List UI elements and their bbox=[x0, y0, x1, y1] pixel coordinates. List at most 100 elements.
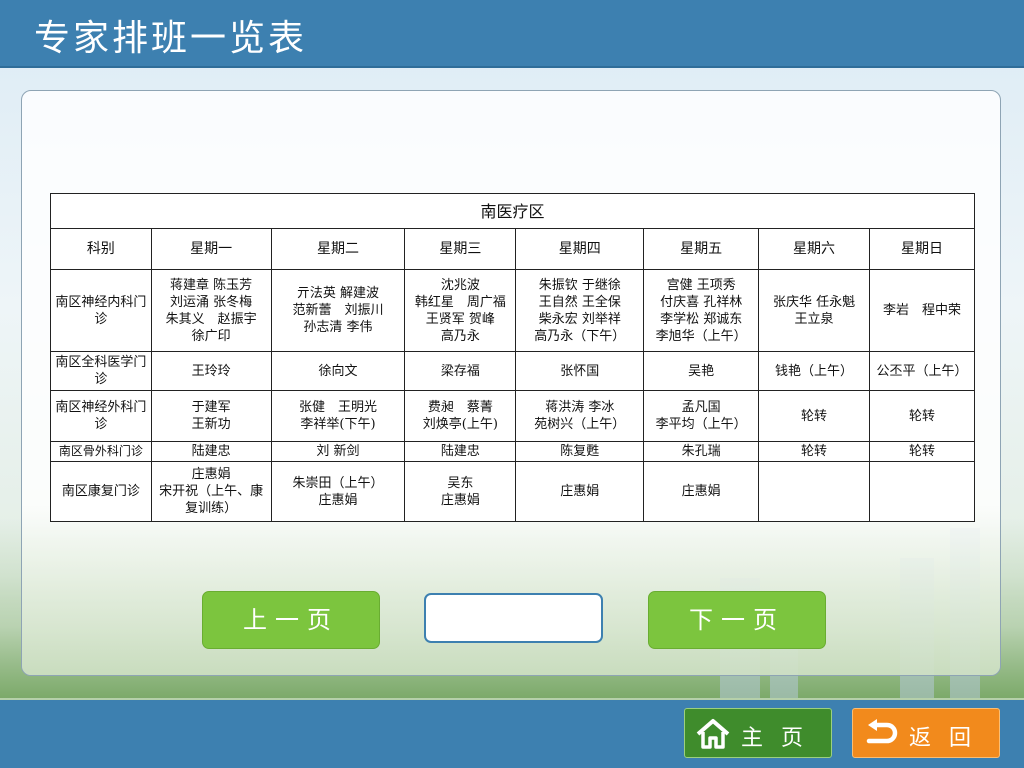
content-panel: 南医疗区 科别 星期一 星期二 星期三 星期四 星期五 星期六 星期日 南区神经内科门诊 蒋建章… bbox=[21, 90, 1001, 676]
schedule-cell: 蒋洪涛 李冰 苑树兴（上午） bbox=[515, 390, 645, 442]
doctor-name: 朱崇田（上午） bbox=[292, 475, 384, 491]
back-button-label: 返回 bbox=[909, 726, 990, 751]
table-row: 南区全科医学门诊 王玲玲 徐向文 梁存福 张怀国 吴艳 钱艳（上午） 公丕平（上午） bbox=[50, 351, 976, 391]
schedule-cell bbox=[868, 461, 976, 522]
doctor-name: 朱其义 赵振宇 bbox=[165, 311, 257, 327]
column-header-day: 星期六 bbox=[758, 228, 870, 270]
schedule-cell: 朱振钦 于继徐 王自然 王全保 柴永宏 刘举祥 高乃永（下午） bbox=[515, 269, 645, 352]
doctor-name: 李学松 郑诚东 bbox=[660, 311, 743, 327]
schedule-cell: 吴东 庄惠娟 bbox=[404, 461, 517, 522]
column-header-day: 星期日 bbox=[868, 228, 976, 270]
schedule-cell: 费昶 蔡菁 刘焕亭(上午) bbox=[404, 390, 517, 442]
doctor-name: 庄惠娟 bbox=[440, 492, 480, 508]
schedule-cell: 陈复甦 bbox=[515, 441, 645, 462]
schedule-cell: 王玲玲 bbox=[150, 351, 272, 391]
doctor-name: 庄惠娟 bbox=[191, 467, 231, 482]
schedule-cell: 公丕平（上午） bbox=[868, 351, 976, 391]
doctor-name: 张怀国 bbox=[560, 363, 600, 379]
doctor-name: 刘焕亭(上午) bbox=[422, 417, 498, 432]
home-button[interactable]: 主页 bbox=[684, 708, 832, 758]
schedule-cell: 轮转 bbox=[758, 390, 870, 442]
doctor-name: 徐向文 bbox=[318, 363, 358, 379]
doctor-name: 李祥举(下午) bbox=[300, 417, 376, 432]
doctor-name: 张健 王明光 bbox=[298, 400, 377, 415]
doctor-name: 轮转 bbox=[801, 408, 828, 424]
schedule-cell: 梁存福 bbox=[404, 351, 517, 391]
column-header-day: 星期四 bbox=[515, 228, 645, 270]
table-body: 南区神经内科门诊 蒋建章 陈玉芳 刘运涌 张冬梅 朱其义 赵振宇 徐广印 亓法英 解建波范… bbox=[50, 269, 976, 522]
doctor-name: 高乃永（下午） bbox=[534, 328, 626, 344]
doctor-name: 苑树兴（上午） bbox=[534, 417, 626, 432]
doctor-name: 孟凡国 bbox=[681, 400, 721, 415]
schedule-cell: 徐向文 bbox=[270, 351, 406, 391]
doctor-name: 庄惠娟 bbox=[318, 492, 358, 508]
dept-cell: 南区骨外科门诊 bbox=[50, 441, 152, 462]
doctor-name: 复训练） bbox=[185, 501, 238, 516]
doctor-name: 王自然 王全保 bbox=[538, 294, 621, 310]
back-button[interactable]: 返回 bbox=[852, 708, 1000, 758]
doctor-name: 付庆喜 孔祥林 bbox=[660, 294, 743, 310]
doctor-name: 于建军 bbox=[191, 400, 231, 415]
schedule-cell: 庄惠娟 宋开祝（上午、康 复训练） bbox=[150, 461, 272, 522]
table-row: 南区神经外科门诊 于建军 王新功 张健 王明光 李祥举(下午) 费昶 蔡菁 刘焕亭(上午) 蒋… bbox=[50, 390, 976, 442]
doctor-name: 朱振钦 于继徐 bbox=[538, 277, 621, 293]
doctor-name: 陈复甦 bbox=[560, 444, 600, 459]
doctor-name: 孙志清 李伟 bbox=[303, 320, 373, 335]
table-row: 南区神经内科门诊 蒋建章 陈玉芳 刘运涌 张冬梅 朱其义 赵振宇 徐广印 亓法英 解建波范… bbox=[50, 269, 976, 352]
schedule-cell: 李岩 程中荣 bbox=[868, 269, 976, 352]
table-row: 南区骨外科门诊 陆建忠 刘 新剑 陆建忠 陈复甦 朱孔瑞 轮转 轮转 bbox=[50, 441, 976, 462]
doctor-name: 吴艳 bbox=[688, 363, 715, 379]
return-arrow-icon bbox=[866, 719, 898, 744]
doctor-name: 轮转 bbox=[908, 408, 935, 424]
prev-page-button[interactable]: 上一页 bbox=[202, 591, 380, 649]
doctor-name: 轮转 bbox=[801, 444, 828, 459]
doctor-name: 庄惠娟 bbox=[560, 484, 600, 499]
doctor-name: 高乃永 bbox=[440, 328, 480, 344]
house-icon bbox=[696, 719, 730, 749]
doctor-name: 柴永宏 刘举祥 bbox=[538, 311, 621, 327]
schedule-cell: 宫健 王项秀 付庆喜 孔祥林 李学松 郑诚东 李旭华（上午） bbox=[643, 269, 760, 352]
doctor-name: 李平均（上午） bbox=[655, 417, 747, 432]
schedule-cell: 庄惠娟 bbox=[515, 461, 645, 522]
column-header-day: 星期五 bbox=[643, 228, 760, 270]
column-header-day: 星期一 bbox=[150, 228, 272, 270]
schedule-cell: 于建军 王新功 bbox=[150, 390, 272, 442]
dept-cell: 南区神经内科门诊 bbox=[50, 269, 152, 352]
dept-cell: 南区全科医学门诊 bbox=[50, 351, 152, 391]
schedule-cell: 轮转 bbox=[868, 441, 976, 462]
doctor-name: 刘运涌 张冬梅 bbox=[170, 294, 253, 310]
schedule-cell: 轮转 bbox=[868, 390, 976, 442]
schedule-cell: 沈兆波 韩红星 周广福 王贤军 贺峰 高乃永 bbox=[404, 269, 517, 352]
doctor-name: 朱孔瑞 bbox=[681, 444, 721, 459]
table-header-row: 科别 星期一 星期二 星期三 星期四 星期五 星期六 星期日 bbox=[50, 228, 976, 270]
panel-background-fade bbox=[22, 505, 1000, 675]
doctor-name: 王立泉 bbox=[794, 311, 834, 327]
schedule-cell: 吴艳 bbox=[643, 351, 760, 391]
doctor-name: 徐广印 bbox=[191, 328, 231, 344]
column-header-day: 星期二 bbox=[270, 228, 406, 270]
dept-cell: 南区神经外科门诊 bbox=[50, 390, 152, 442]
doctor-name: 陆建忠 bbox=[440, 444, 480, 459]
schedule-cell: 陆建忠 bbox=[150, 441, 272, 462]
doctor-name: 陆建忠 bbox=[191, 444, 231, 459]
page-title: 专家排班一览表 bbox=[34, 18, 308, 59]
schedule-cell: 张怀国 bbox=[515, 351, 645, 391]
doctor-name: 庄惠娟 bbox=[681, 484, 721, 499]
schedule-cell: 钱艳（上午） bbox=[758, 351, 870, 391]
schedule-cell: 张庆华 任永魁 王立泉 bbox=[758, 269, 870, 352]
doctor-name: 韩红星 周广福 bbox=[414, 294, 506, 310]
doctor-name: 轮转 bbox=[908, 444, 935, 459]
doctor-name: 李旭华（上午） bbox=[655, 328, 747, 344]
doctor-name: 梁存福 bbox=[440, 363, 480, 379]
doctor-name: 张庆华 任永魁 bbox=[772, 294, 856, 310]
schedule-cell: 陆建忠 bbox=[404, 441, 517, 462]
schedule-cell: 庄惠娟 bbox=[643, 461, 760, 522]
doctor-name: 宫健 王项秀 bbox=[666, 277, 736, 293]
header-bar: 专家排班一览表 bbox=[0, 0, 1024, 68]
doctor-name: 钱艳（上午） bbox=[775, 363, 854, 379]
zone-title: 南医疗区 bbox=[50, 193, 975, 229]
page-number-field[interactable] bbox=[424, 593, 603, 643]
doctor-name: 王新功 bbox=[191, 417, 231, 432]
column-header-day: 星期三 bbox=[404, 228, 517, 270]
next-page-button[interactable]: 下一页 bbox=[648, 591, 826, 649]
